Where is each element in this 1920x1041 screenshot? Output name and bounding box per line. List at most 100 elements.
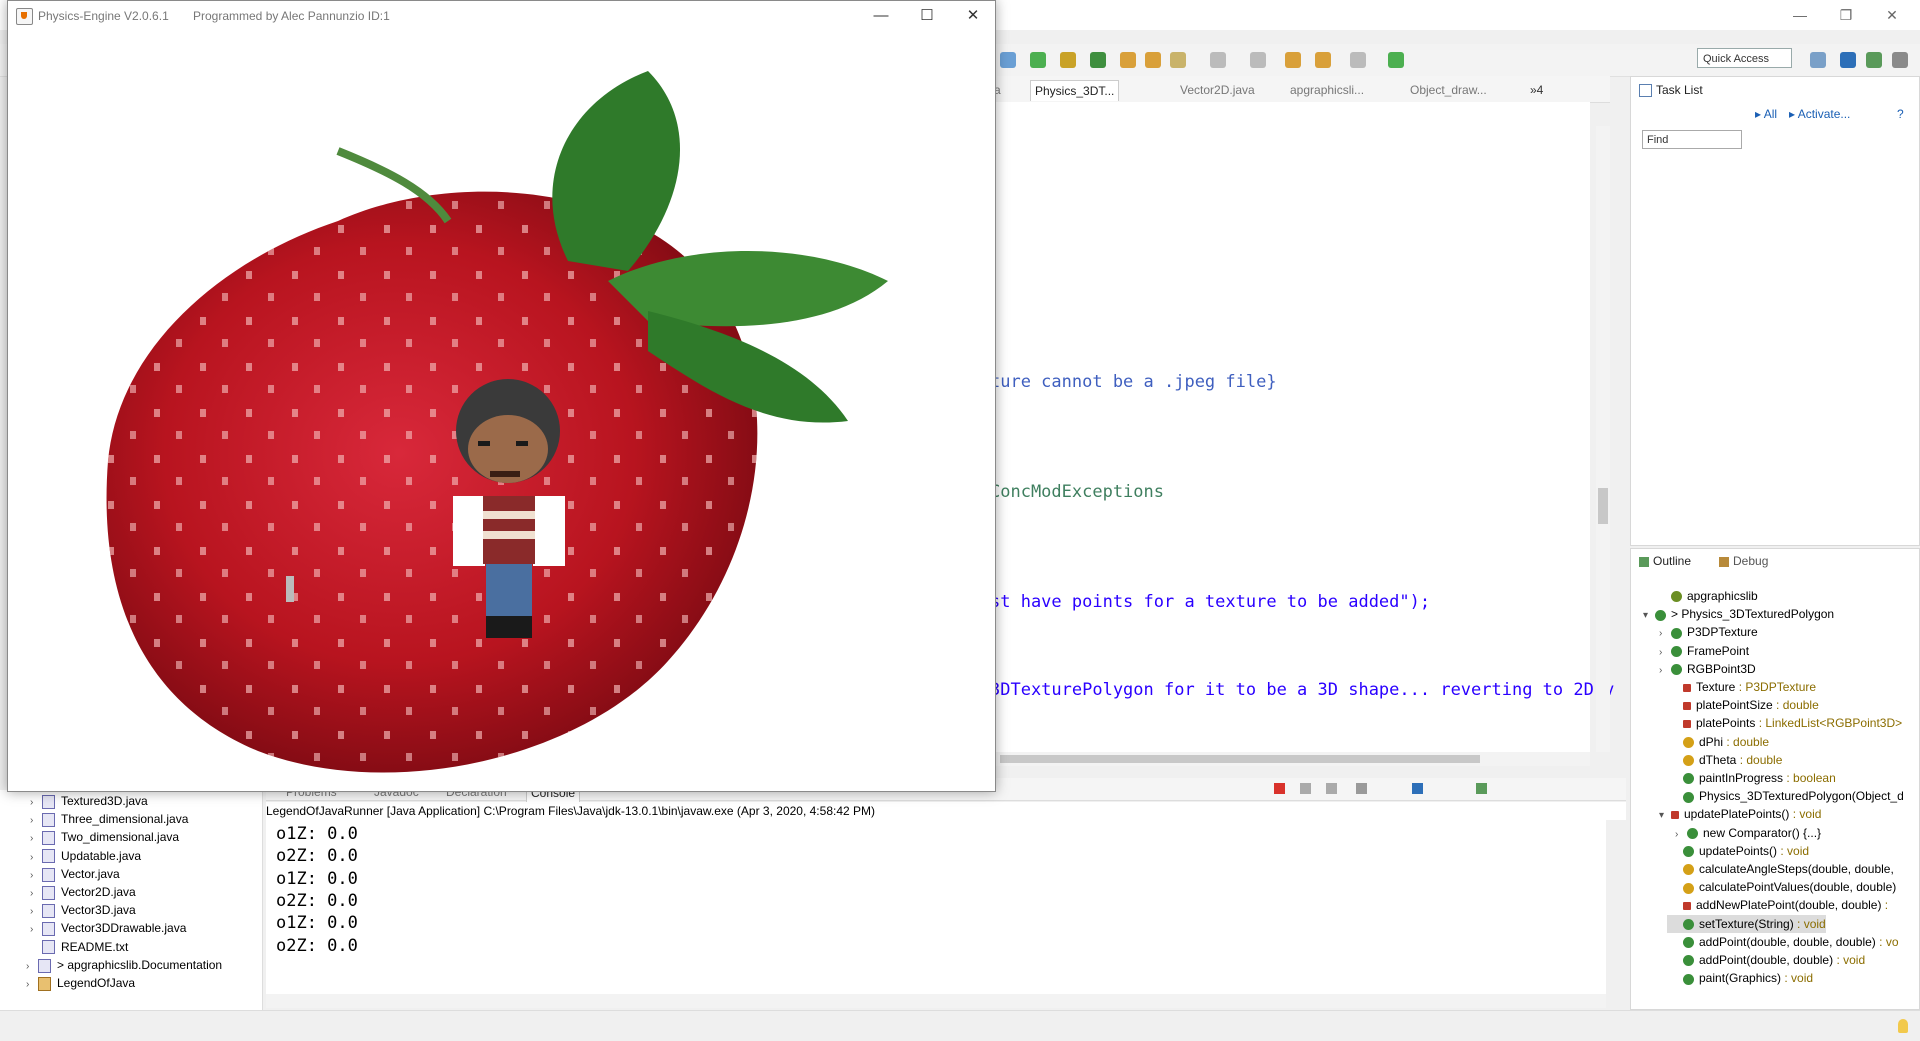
outline-item[interactable]: platePointSize : double	[1671, 696, 1819, 714]
remove-launch-icon[interactable]	[1300, 783, 1311, 794]
outline-item[interactable]: addPoint(double, double) : void	[1671, 951, 1865, 969]
console-horizontal-scrollbar[interactable]	[266, 994, 1606, 1008]
java-file-icon	[42, 831, 55, 846]
task-activate-link[interactable]: ▸ Activate...	[1789, 107, 1850, 121]
tab-debug[interactable]: Debug	[1719, 554, 1768, 568]
back-icon[interactable]	[1315, 52, 1331, 68]
package-tree-item[interactable]: › Vector2D.java	[30, 883, 136, 903]
pin-console-icon[interactable]	[1476, 783, 1487, 794]
package-tree-item[interactable]: › Updatable.java	[30, 847, 141, 867]
outline-item-type: : void	[1833, 953, 1866, 967]
class-icon	[1671, 645, 1682, 657]
package-tree-label: Vector3D.java	[61, 903, 136, 918]
clear-console-icon[interactable]	[1356, 783, 1367, 794]
outline-item[interactable]: paint(Graphics) : void	[1671, 969, 1813, 987]
refresh-icon[interactable]	[1090, 52, 1106, 68]
scroll-thumb[interactable]	[1000, 755, 1480, 763]
console-output[interactable]: o1Z: 0.0 o2Z: 0.0 o1Z: 0.0 o2Z: 0.0 o1Z: 0.0…	[266, 820, 1606, 994]
outline-item[interactable]: › new Comparator() {...}	[1675, 824, 1821, 842]
search-icon[interactable]	[1170, 52, 1186, 68]
next-annotation-icon[interactable]	[1210, 52, 1226, 68]
ide-close-button[interactable]: ✕	[1872, 4, 1912, 26]
outline-item-type: : boolean	[1783, 771, 1836, 785]
last-edit-icon[interactable]	[1285, 52, 1301, 68]
run-icon[interactable]	[1030, 52, 1046, 68]
package-tree-item[interactable]: › Textured3D.java	[30, 792, 148, 812]
outline-item[interactable]: paintInProgress : boolean	[1671, 769, 1836, 787]
expand-toggle-icon[interactable]: ▾	[1659, 807, 1671, 825]
remove-all-icon[interactable]	[1326, 783, 1337, 794]
expand-toggle-icon[interactable]: ›	[1659, 662, 1671, 680]
package-tree-label: Vector.java	[61, 866, 120, 881]
editor-vertical-scrollbar[interactable]	[1596, 126, 1610, 752]
scroll-thumb[interactable]	[1598, 488, 1608, 524]
outline-item[interactable]: dTheta : double	[1671, 751, 1782, 769]
package-tree-item[interactable]: › Vector3DDrawable.java	[30, 919, 186, 939]
outline-item[interactable]: apgraphicslib	[1659, 587, 1758, 605]
outline-item[interactable]: ▾ updatePlatePoints() : void	[1659, 805, 1821, 823]
outline-item[interactable]: Physics_3DTexturedPolygon(Object_d	[1671, 787, 1904, 805]
class-icon	[1671, 627, 1682, 639]
package-tree-item[interactable]: README.txt	[30, 938, 128, 956]
outline-item[interactable]: calculateAngleSteps(double, double,	[1671, 860, 1894, 878]
editor-tab-physics3dtextured[interactable]: Physics_3DT...	[1030, 80, 1120, 101]
package-tree-item[interactable]: › LegendOfJava	[26, 974, 135, 994]
expand-toggle-icon[interactable]: ▾	[1643, 607, 1655, 625]
quick-access-input[interactable]: Quick Access	[1697, 48, 1792, 68]
package-tree-item[interactable]: › Two_dimensional.java	[30, 828, 179, 848]
outline-item[interactable]: › FramePoint	[1659, 642, 1749, 660]
class-icon	[1671, 664, 1682, 676]
package-tree-item[interactable]: › Three_dimensional.java	[30, 810, 188, 830]
project-icon	[38, 976, 51, 991]
terminate-icon[interactable]	[1274, 783, 1285, 794]
editor-tab-vector2d[interactable]: Vector2D.java	[1180, 80, 1255, 100]
outline-item[interactable]: updatePoints() : void	[1671, 842, 1809, 860]
editor-horizontal-scrollbar[interactable]	[990, 752, 1590, 766]
editor-tab-overflow[interactable]: »4	[1530, 80, 1543, 100]
outline-item[interactable]: › P3DPTexture	[1659, 623, 1758, 641]
app-minimize-button[interactable]: —	[859, 5, 903, 27]
editor-tab-apgraphicslib[interactable]: apgraphicsli...	[1290, 80, 1364, 100]
debug-icon[interactable]	[1000, 52, 1016, 68]
render-canvas[interactable]	[8, 31, 995, 791]
outline-item[interactable]: Texture : P3DPTexture	[1671, 678, 1816, 696]
outline-item[interactable]: ▾ > Physics_3DTexturedPolygon	[1643, 605, 1834, 623]
app-close-button[interactable]: ✕	[951, 5, 995, 27]
open-folder-icon[interactable]	[1120, 52, 1136, 68]
previous-annotation-icon[interactable]	[1250, 52, 1266, 68]
outline-item[interactable]: calculatePointValues(double, double)	[1671, 878, 1896, 896]
editor-tab-object-draw[interactable]: Object_draw...	[1410, 80, 1487, 100]
open-task-icon[interactable]	[1145, 52, 1161, 68]
outline-item[interactable]: platePoints : LinkedList<RGBPoint3D>	[1671, 714, 1902, 732]
task-find-input[interactable]: Find	[1642, 130, 1742, 149]
outline-item[interactable]: addNewPlatePoint(double, double) :	[1671, 896, 1888, 914]
debug-perspective-icon[interactable]	[1866, 52, 1882, 68]
code-editor[interactable]: ture cannot be a .jpeg file} ConcModExce…	[990, 102, 1614, 752]
package-tree-item[interactable]: › > apgraphicslib.Documentation	[26, 956, 222, 976]
expand-toggle-icon[interactable]: ›	[26, 976, 38, 994]
outline-item-label: FramePoint	[1687, 643, 1750, 658]
outline-item[interactable]: addPoint(double, double, double) : vo	[1671, 933, 1899, 951]
lightbulb-icon[interactable]	[1898, 1019, 1908, 1033]
help-icon[interactable]: ?	[1897, 107, 1904, 121]
outline-item[interactable]: setTexture(String) : void	[1667, 914, 1826, 933]
member-icon	[1683, 720, 1691, 729]
git-perspective-icon[interactable]	[1892, 52, 1908, 68]
java-perspective-icon[interactable]	[1840, 52, 1856, 68]
package-tree-item[interactable]: › Vector3D.java	[30, 901, 136, 921]
package-tree-item[interactable]: › Vector.java	[30, 865, 120, 885]
outline-item[interactable]: › RGBPoint3D	[1659, 660, 1756, 678]
build-icon[interactable]	[1060, 52, 1076, 68]
ide-minimize-button[interactable]: —	[1780, 4, 1820, 26]
forward-icon[interactable]	[1350, 52, 1366, 68]
task-all-link[interactable]: ▸ All	[1755, 107, 1777, 121]
pin-editor-icon[interactable]	[1388, 52, 1404, 68]
ide-restore-button[interactable]: ❐	[1826, 4, 1866, 26]
app-maximize-button[interactable]: ☐	[905, 5, 949, 27]
outline-item-label: P3DPTexture	[1687, 625, 1758, 640]
open-perspective-icon[interactable]	[1810, 52, 1826, 68]
tab-task-list[interactable]: Task List	[1639, 83, 1703, 98]
scroll-lock-icon[interactable]	[1412, 783, 1423, 794]
tab-outline[interactable]: Outline	[1639, 554, 1691, 568]
outline-item[interactable]: dPhi : double	[1671, 733, 1769, 751]
